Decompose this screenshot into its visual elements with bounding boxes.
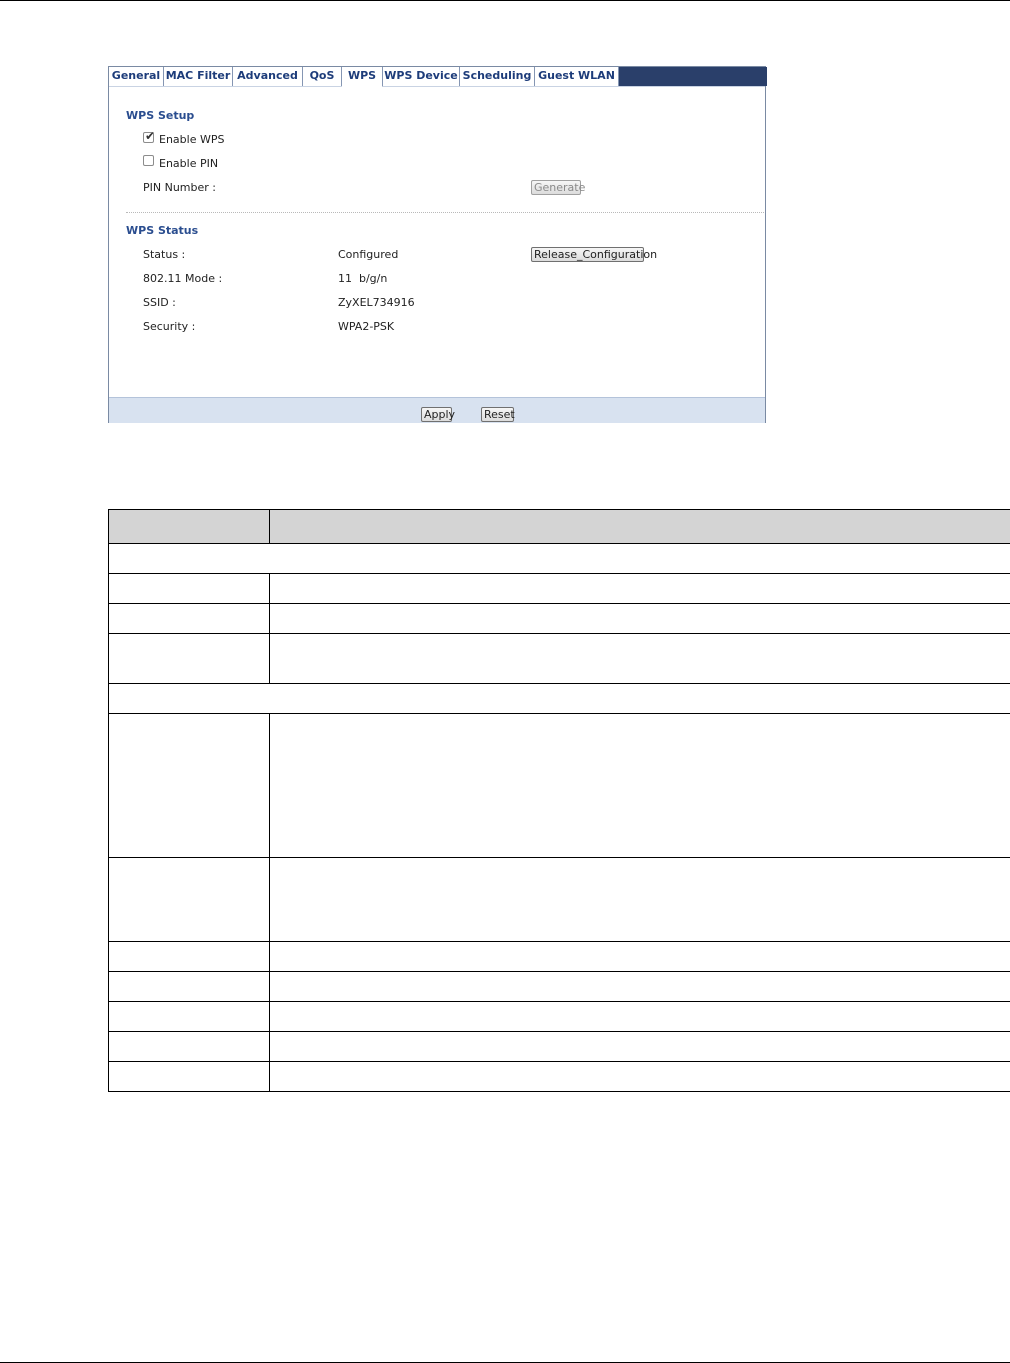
status-label: Status : xyxy=(143,248,186,261)
enable-pin-label: Enable PIN xyxy=(159,157,219,170)
tab-guest-wlan[interactable]: Guest WLAN xyxy=(535,67,619,86)
table-cell xyxy=(269,857,1010,942)
table-cell xyxy=(108,713,270,858)
table-cell xyxy=(108,573,270,604)
generate-button[interactable]: Generate xyxy=(531,180,585,195)
table-cell xyxy=(269,509,1010,544)
table-cell xyxy=(269,603,1010,634)
tab-general[interactable]: General xyxy=(109,67,164,86)
table-row xyxy=(108,603,1010,634)
tab-bar: General MAC Filter Advanced QoS WPS WPS … xyxy=(109,67,767,87)
table-cell xyxy=(108,603,270,634)
check-icon: ✔ xyxy=(145,129,156,143)
status-value: Configured xyxy=(338,248,399,261)
table-cell xyxy=(269,633,1010,684)
reset-button[interactable]: Reset xyxy=(481,407,515,422)
table-cell xyxy=(108,509,270,544)
table-row xyxy=(108,1031,1010,1062)
tab-scheduling[interactable]: Scheduling xyxy=(460,67,535,86)
mode-label: 802.11 Mode : xyxy=(143,272,223,285)
table-row xyxy=(108,633,1010,684)
table-section-row xyxy=(108,683,1010,714)
table-cell xyxy=(108,683,1010,714)
table-row xyxy=(108,971,1010,1002)
enable-wps-label: Enable WPS xyxy=(159,133,225,146)
tab-bar-fill xyxy=(619,67,767,86)
table-cell xyxy=(269,1061,1010,1092)
mode-value: 11 b/g/n xyxy=(338,272,388,285)
security-value: WPA2-PSK xyxy=(338,320,395,333)
table-cell xyxy=(269,1031,1010,1062)
wps-setup-title: WPS Setup xyxy=(126,109,195,122)
description-table xyxy=(108,509,1010,1092)
table-row xyxy=(108,713,1010,858)
ssid-value: ZyXEL734916 xyxy=(338,296,415,309)
wps-screen: General MAC Filter Advanced QoS WPS WPS … xyxy=(108,66,767,423)
table-cell xyxy=(108,857,270,942)
tab-qos[interactable]: QoS xyxy=(303,67,342,86)
tab-wps-device[interactable]: WPS Device xyxy=(383,67,460,86)
security-label: Security : xyxy=(143,320,196,333)
enable-pin-checkbox[interactable] xyxy=(143,155,154,166)
table-row xyxy=(108,1061,1010,1092)
table-cell xyxy=(108,1031,270,1062)
table-cell xyxy=(108,1001,270,1032)
enable-wps-checkbox[interactable]: ✔ xyxy=(143,129,156,143)
apply-button[interactable]: Apply xyxy=(421,407,455,422)
table-cell xyxy=(269,713,1010,858)
button-footer: Apply Reset xyxy=(109,397,765,423)
table-cell xyxy=(108,633,270,684)
wps-status-title: WPS Status xyxy=(126,224,199,237)
table-row xyxy=(108,941,1010,972)
table-cell xyxy=(108,941,270,972)
table-cell xyxy=(108,543,1010,574)
pin-number-label: PIN Number : xyxy=(143,181,216,194)
table-cell xyxy=(269,971,1010,1002)
table-row xyxy=(108,857,1010,942)
tab-wps[interactable]: WPS xyxy=(342,67,383,87)
page-top-rule xyxy=(0,0,1010,1)
table-header-row xyxy=(108,509,1010,544)
table-cell xyxy=(108,971,270,1002)
ssid-label: SSID : xyxy=(143,296,176,309)
table-cell xyxy=(269,941,1010,972)
table-cell xyxy=(269,573,1010,604)
release-configuration-button[interactable]: Release_Configuration xyxy=(531,247,657,262)
table-section-row xyxy=(108,543,1010,574)
section-divider xyxy=(126,212,764,213)
tab-mac-filter[interactable]: MAC Filter xyxy=(164,67,233,86)
table-row xyxy=(108,573,1010,604)
table-cell xyxy=(269,1001,1010,1032)
table-cell xyxy=(108,1061,270,1092)
tab-advanced[interactable]: Advanced xyxy=(233,67,303,86)
table-row xyxy=(108,1001,1010,1032)
